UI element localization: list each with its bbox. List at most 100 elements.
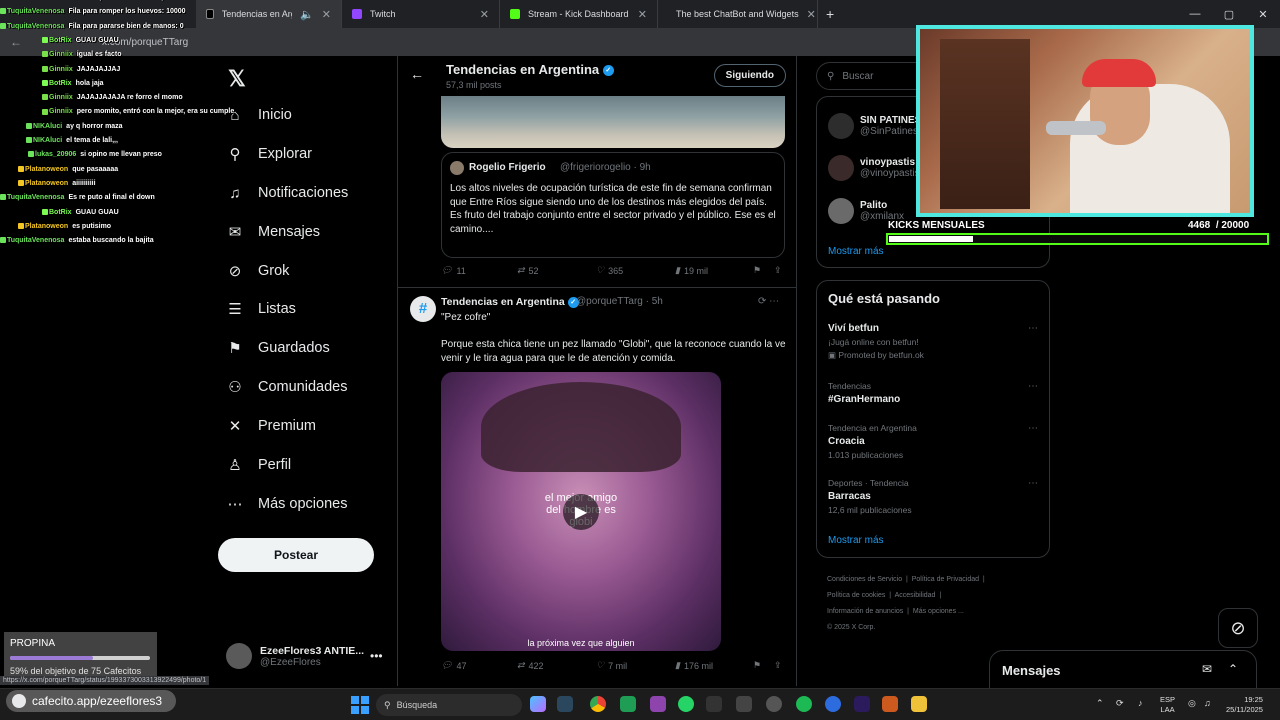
chat-username: Ginniix xyxy=(49,94,73,102)
app-orange-icon[interactable] xyxy=(882,696,898,712)
close-icon[interactable]: ✕ xyxy=(480,8,489,21)
steam-icon[interactable] xyxy=(557,696,573,712)
microphone-icon[interactable]: ♪ xyxy=(1138,698,1143,708)
share-icon[interactable]: ⇪ xyxy=(774,660,782,671)
more-dots-icon[interactable]: ⋯ xyxy=(1028,323,1038,334)
footer-link[interactable]: Más opciones ... xyxy=(913,608,964,615)
app-circle-icon[interactable] xyxy=(766,696,782,712)
more-dots-icon[interactable]: ••• xyxy=(370,649,383,663)
webcam-overlay xyxy=(916,25,1254,217)
close-icon[interactable]: ✕ xyxy=(807,8,816,21)
volume-icon[interactable]: ♫ xyxy=(1204,698,1211,708)
obs-icon[interactable] xyxy=(706,696,722,712)
trend-item[interactable]: Viví betfun ¡Jugá online con betfun! ▣ P… xyxy=(828,323,1038,361)
more-dots-icon[interactable]: ⋯ xyxy=(1028,381,1038,392)
avatar[interactable]: # xyxy=(410,296,436,322)
bookmark-icon[interactable]: ⚑ xyxy=(753,660,761,671)
trend-item[interactable]: Tendencia en Argentina Croacia 1.013 pub… xyxy=(828,423,1038,460)
reply-button[interactable]: 💬︎ 47 xyxy=(441,660,466,671)
bookmark-icon[interactable]: ⚑ xyxy=(753,265,761,276)
post-video[interactable]: el mejor amigo del hombre es globi ▶ la … xyxy=(441,372,721,651)
more-dots-icon[interactable]: ⋯ xyxy=(1028,478,1038,489)
chat-username: Ginniix xyxy=(49,108,73,116)
views-icon: ▮ xyxy=(675,265,680,275)
tab-kick-dashboard[interactable]: Stream - Kick Dashboard ✕ xyxy=(500,0,658,28)
quoted-post[interactable]: Rogelio Frigerio @frigeriorogelio · 9h L… xyxy=(441,152,785,258)
nav-item-guardados[interactable]: ⚑ Guardados xyxy=(226,339,329,357)
post-button[interactable]: Postear xyxy=(218,538,374,572)
like-button[interactable]: ♡ 365 xyxy=(596,265,623,276)
trend-item[interactable]: Tendencias #GranHermano ⋯ xyxy=(828,381,1038,405)
more-dots-icon[interactable]: ⋯ xyxy=(1028,423,1038,434)
tab-label: Twitch xyxy=(370,9,396,19)
new-message-icon[interactable]: ✉ xyxy=(1202,662,1212,676)
repost-button[interactable]: ⇄ 52 xyxy=(517,265,539,276)
nav-item-grok[interactable]: ⊘ Grok xyxy=(226,262,290,280)
premiere-icon[interactable] xyxy=(854,696,870,712)
spotify-icon[interactable] xyxy=(796,696,812,712)
show-more-link[interactable]: Mostrar más xyxy=(828,246,884,257)
app-notify-icon[interactable] xyxy=(650,696,666,712)
post-author[interactable]: Tendencias en Argentina xyxy=(441,296,565,308)
grok-icon: ⊘ xyxy=(1230,617,1246,638)
follow-suggestion[interactable]: SIN PATINES @SinPatines xyxy=(828,113,921,139)
chat-badge-icon xyxy=(42,94,48,101)
tip-title: PROPINA xyxy=(10,638,56,649)
play-icon[interactable]: ▶ xyxy=(563,494,599,530)
views-button[interactable]: ▮ 176 mil xyxy=(675,660,713,671)
back-arrow-icon[interactable]: ← xyxy=(410,66,424,82)
chevron-up-icon[interactable]: ⌃ xyxy=(1096,698,1104,709)
account-switcher[interactable]: EzeeFlores3 ANTIE... @EzeeFlores ••• xyxy=(226,643,383,669)
app-blue-icon[interactable] xyxy=(825,696,841,712)
new-tab-button[interactable]: + xyxy=(826,6,834,22)
nav-item-perfil[interactable]: ♙ Perfil xyxy=(226,456,291,474)
post-image[interactable] xyxy=(441,96,785,148)
chevron-up-icon[interactable]: ⌃ xyxy=(1228,662,1238,676)
nav-item-mas-opciones[interactable]: ⋯ Más opciones xyxy=(226,495,348,513)
footer-link[interactable]: Política de Privacidad xyxy=(912,576,979,583)
close-icon[interactable]: ✕ xyxy=(638,8,647,21)
reply-button[interactable]: 💬︎ 11 xyxy=(441,265,466,276)
maximize-icon[interactable]: ▢ xyxy=(1212,0,1246,28)
network-icon[interactable]: ◎ xyxy=(1188,698,1196,709)
tab-twitch[interactable]: Twitch ✕ xyxy=(342,0,500,28)
chat-text: estaba buscando la bajita xyxy=(68,237,154,245)
more-dots-icon[interactable]: ⟳ ⋯ xyxy=(758,296,779,307)
repost-button[interactable]: ⇄ 422 xyxy=(517,660,544,671)
like-button[interactable]: ♡ 7 mil xyxy=(596,660,627,671)
footer-link[interactable]: Condiciones de Servicio xyxy=(827,576,902,583)
sync-icon[interactable]: ⟳ xyxy=(1116,698,1124,709)
footer-link[interactable]: Información de anuncios xyxy=(827,608,903,615)
chat-badge-icon xyxy=(26,137,32,144)
whatsapp-icon[interactable] xyxy=(678,696,694,712)
taskbar-search[interactable]: ⚲ Búsqueda xyxy=(376,694,522,716)
copilot-icon[interactable] xyxy=(530,696,546,712)
footer-link[interactable]: Política de cookies xyxy=(827,592,885,599)
show-more-link[interactable]: Mostrar más xyxy=(828,535,884,546)
share-icon[interactable]: ⇪ xyxy=(774,265,782,276)
avatar xyxy=(828,113,854,139)
footer-link[interactable]: Accesibilidad xyxy=(895,592,936,599)
windows-start-icon[interactable] xyxy=(351,696,369,714)
minimize-icon[interactable]: — xyxy=(1178,0,1212,28)
app-b-icon[interactable] xyxy=(620,696,636,712)
nav-item-comunidades[interactable]: ⚇ Comunidades xyxy=(226,378,347,396)
chrome-icon[interactable] xyxy=(590,696,606,712)
nav-item-premium[interactable]: ✕ Premium xyxy=(226,417,316,435)
tab-chatbot-widgets[interactable]: The best ChatBot and Widgets ✕ xyxy=(658,0,818,28)
grok-button[interactable]: ⊘ xyxy=(1218,608,1258,648)
views-button[interactable]: ▮ 19 mil xyxy=(675,265,708,276)
follow-suggestion[interactable]: vinoypastis @vinoypastis xyxy=(828,155,920,181)
following-button[interactable]: Siguiendo xyxy=(713,64,786,87)
speaker-icon[interactable]: 🔈 xyxy=(300,8,314,21)
clock[interactable]: 19:25 25/11/2025 xyxy=(1226,695,1263,715)
kicks-goal-label: KICKS MENSUALES xyxy=(888,220,985,231)
app-yellow-icon[interactable] xyxy=(911,696,927,712)
close-window-icon[interactable]: ✕ xyxy=(1246,0,1280,28)
nav-item-listas[interactable]: ☰ Listas xyxy=(226,300,296,318)
capcut-icon[interactable] xyxy=(736,696,752,712)
language-indicator[interactable]: ESP LAA xyxy=(1160,695,1175,715)
trend-item[interactable]: Deportes · Tendencia Barracas 12,6 mil p… xyxy=(828,478,1038,515)
close-icon[interactable]: ✕ xyxy=(322,8,331,21)
messages-drawer[interactable]: Mensajes ✉ ⌃ xyxy=(989,650,1257,690)
